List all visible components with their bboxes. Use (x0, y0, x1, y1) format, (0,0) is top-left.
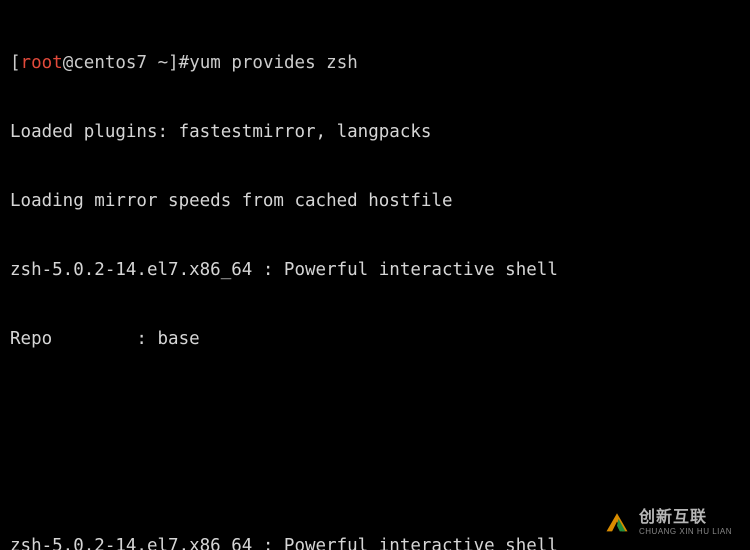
prompt-host: centos7 (73, 53, 147, 73)
output-line: zsh-5.0.2-14.el7.x86_64 : Powerful inter… (10, 535, 740, 550)
output-line: Loading mirror speeds from cached hostfi… (10, 190, 740, 213)
watermark: 创新互联 CHUANG XIN HU LIAN (603, 510, 732, 536)
prompt-line-1: [root@centos7 ~]#yum provides zsh (10, 52, 740, 75)
watermark-logo-icon (603, 510, 631, 536)
watermark-zh: 创新互联 (639, 510, 732, 526)
prompt-path: ~ (158, 53, 169, 73)
watermark-text: 创新互联 CHUANG XIN HU LIAN (639, 510, 732, 536)
prompt-at: @ (63, 53, 74, 73)
prompt-close-bracket-hash: ]# (168, 53, 189, 73)
terminal-output[interactable]: [root@centos7 ~]#yum provides zsh Loaded… (0, 0, 750, 550)
prompt-open-bracket: [ (10, 53, 21, 73)
output-line: Repo : base (10, 328, 740, 351)
command-text: yum provides zsh (189, 53, 358, 73)
output-line: zsh-5.0.2-14.el7.x86_64 : Powerful inter… (10, 259, 740, 282)
prompt-space (147, 53, 158, 73)
watermark-en: CHUANG XIN HU LIAN (639, 528, 732, 536)
output-line: Loaded plugins: fastestmirror, langpacks (10, 121, 740, 144)
prompt-user: root (21, 53, 63, 73)
